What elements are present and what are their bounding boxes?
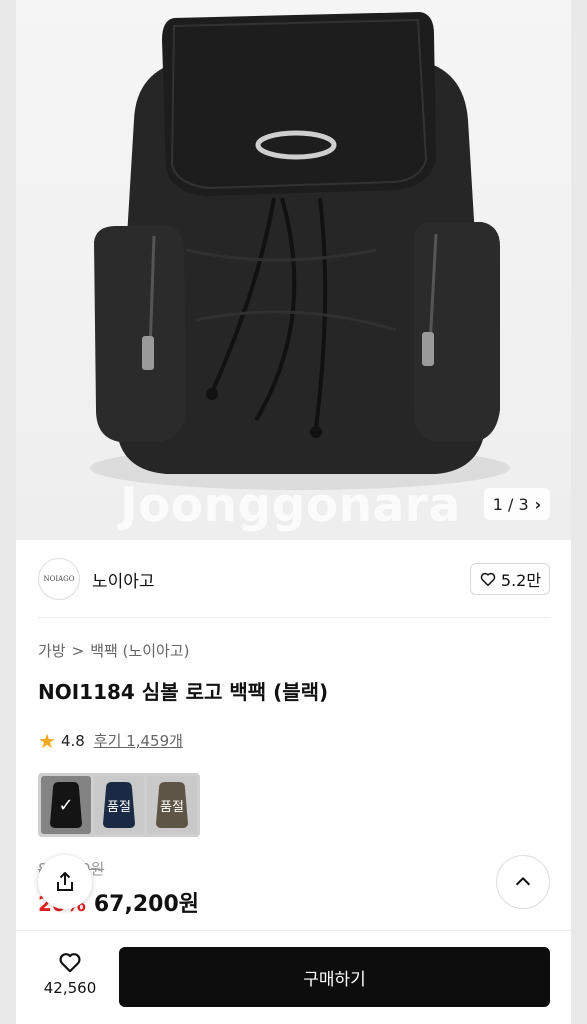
heart-icon	[480, 572, 496, 587]
heart-icon	[59, 953, 81, 973]
sold-out-label: 품절	[160, 799, 184, 815]
reviews-link[interactable]: 후기 1,459개	[94, 730, 183, 751]
breadcrumb: 가방 > 백팩 (노이아고)	[38, 640, 189, 661]
color-option-brown[interactable]: 품절	[147, 776, 197, 834]
sale-price: 67,200원	[93, 892, 200, 917]
shop-like-button[interactable]: 5.2만	[470, 563, 550, 595]
selected-check-icon: ✓	[41, 776, 91, 834]
chevron-right-icon: ›	[534, 494, 542, 514]
product-page: Joonggonara 1 / 3 › NOIAGO 노이아고 5.2만 가방 …	[16, 0, 571, 1024]
shop-name[interactable]: 노이아고	[92, 567, 155, 592]
rating-score: 4.8	[60, 731, 85, 750]
shop-logo[interactable]: NOIAGO	[38, 558, 80, 600]
shop-like-count: 5.2만	[500, 571, 542, 590]
right-edge	[571, 0, 587, 1024]
image-counter[interactable]: 1 / 3 ›	[484, 488, 550, 520]
bottom-action-bar: 42,560 구매하기	[16, 930, 571, 1024]
image-counter-label: 1 / 3	[492, 494, 529, 514]
buy-button[interactable]: 구매하기	[119, 947, 550, 1007]
wishlist-count: 42,560	[43, 979, 97, 997]
breadcrumb-separator-icon: >	[71, 641, 85, 660]
chevron-up-icon	[515, 877, 531, 886]
color-option-black[interactable]: ✓	[41, 776, 91, 834]
divider	[38, 617, 550, 618]
breadcrumb-category[interactable]: 가방	[38, 640, 66, 661]
scroll-top-button[interactable]	[496, 855, 550, 909]
color-options: ✓ 품절 품절	[38, 773, 200, 837]
product-title: NOI1184 심볼 로고 백팩 (블랙)	[38, 680, 329, 704]
rating-row: ★ 4.8 후기 1,459개	[38, 730, 183, 751]
shop-row: NOIAGO 노이아고 5.2만	[38, 556, 550, 602]
product-image-carousel[interactable]: Joonggonara 1 / 3 ›	[16, 0, 571, 540]
watermark-text: Joonggonara	[120, 478, 461, 533]
star-icon: ★	[38, 728, 56, 753]
backpack-image	[16, 0, 571, 540]
sold-out-label: 품절	[107, 799, 131, 815]
share-button[interactable]	[38, 855, 92, 909]
color-option-navy[interactable]: 품절	[94, 776, 144, 834]
share-icon	[57, 872, 73, 891]
breadcrumb-subcategory[interactable]: 백팩 (노이아고)	[90, 640, 189, 661]
wishlist-button[interactable]: 42,560	[34, 949, 106, 997]
left-edge	[0, 0, 16, 1024]
